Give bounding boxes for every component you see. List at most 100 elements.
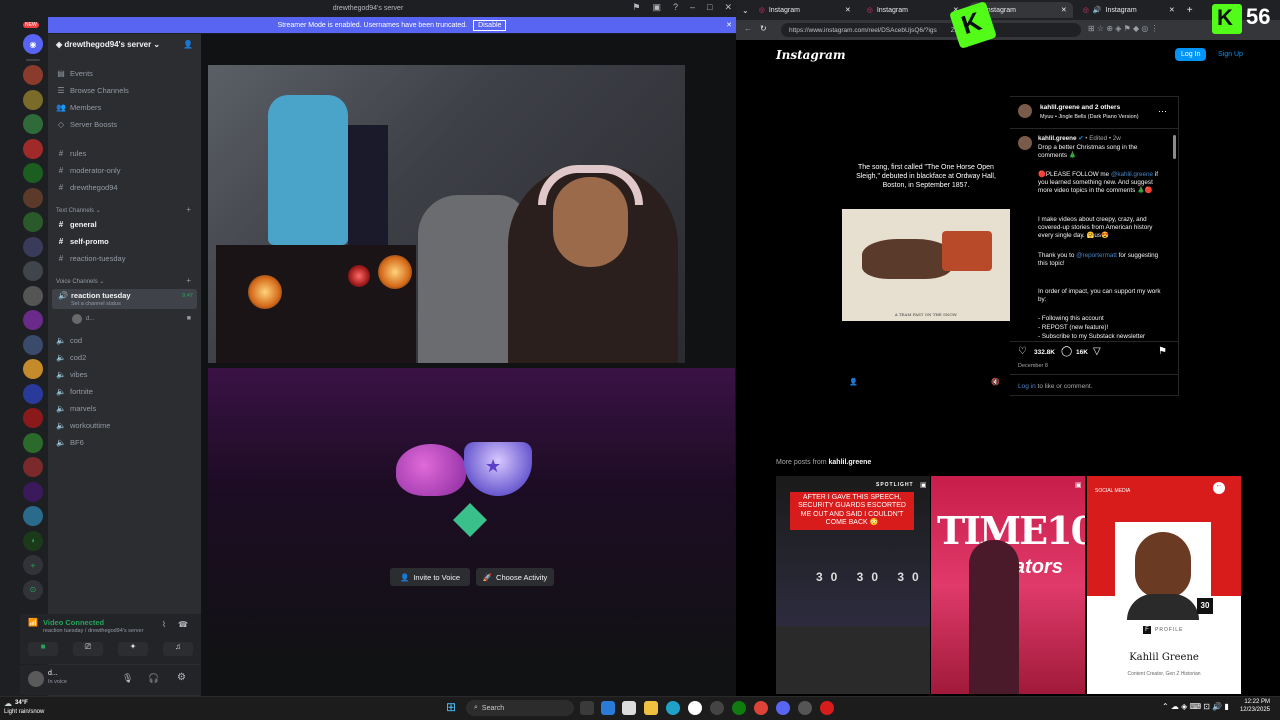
channel-reaction-tuesday[interactable]: # reaction-tuesday — [56, 254, 126, 263]
server-icon[interactable]: ◖ — [23, 530, 43, 551]
comment-username[interactable]: kahlil.greene — [1038, 135, 1077, 142]
voice-category[interactable]: Voice Channels ⌄ — [56, 278, 104, 285]
close-banner-icon[interactable]: ✕ — [726, 21, 732, 29]
settings-icon[interactable]: ⚙ — [177, 672, 186, 683]
reload-icon[interactable]: ↻ — [760, 24, 767, 33]
help-icon[interactable]: ? — [673, 2, 678, 13]
server-icon[interactable] — [23, 89, 43, 110]
add-server-icon[interactable]: + — [23, 555, 43, 575]
app-icon[interactable] — [798, 701, 812, 715]
login-link[interactable]: Log in — [1018, 383, 1036, 390]
noise-suppression-icon[interactable]: ⌇ — [162, 620, 166, 629]
server-icon[interactable] — [23, 65, 43, 85]
microphone-icon[interactable]: 🎙 — [122, 673, 133, 684]
browser-tab[interactable]: ◎ 🔊 Instagram ✕ — [1077, 2, 1181, 18]
app-icon[interactable] — [710, 701, 724, 715]
close-tab-icon[interactable]: ✕ — [1169, 6, 1175, 14]
address-bar[interactable]: https://www.instagram.com/reel/DSAcebUjs… — [781, 23, 1081, 37]
minimize-icon[interactable]: – — [690, 2, 695, 13]
server-icon[interactable] — [23, 114, 43, 134]
avatar[interactable] — [28, 671, 44, 687]
server-icon[interactable] — [23, 408, 43, 428]
server-icon[interactable] — [23, 334, 43, 355]
mention-link[interactable]: @kahlil.greene — [1111, 171, 1153, 178]
login-button[interactable]: Log In — [1175, 48, 1207, 61]
channel-status[interactable]: Set a channel status — [71, 301, 121, 307]
more-options-icon[interactable]: ⋯ — [1158, 106, 1167, 117]
server-boosts-item[interactable]: ◇ Server Boosts — [56, 120, 117, 129]
edge-icon[interactable] — [666, 701, 680, 715]
avatar[interactable] — [1018, 136, 1032, 150]
server-icon[interactable] — [23, 138, 43, 159]
members-item[interactable]: 👥 Members — [56, 103, 101, 112]
server-name-header[interactable]: ◈ drewthegod94's server ⌄ — [56, 40, 160, 49]
copilot-icon[interactable] — [601, 701, 615, 715]
server-icon[interactable] — [23, 163, 43, 183]
tab-list-icon[interactable]: ⌄ — [742, 6, 749, 15]
screen-share-icon[interactable]: ⎚ — [73, 642, 103, 656]
disconnect-icon[interactable]: ☎ — [178, 620, 188, 629]
webcam-feed[interactable] — [208, 65, 685, 363]
share-icon[interactable]: ▽ — [1093, 346, 1101, 357]
comment-icon[interactable]: ◯ — [1061, 346, 1072, 357]
xbox-icon[interactable] — [732, 701, 746, 715]
like-icon[interactable]: ♡ — [1018, 346, 1027, 357]
activities-icon[interactable]: ✦ — [118, 642, 148, 656]
channel-moderator-only[interactable]: # moderator-only — [56, 166, 121, 175]
disable-button[interactable]: Disable — [473, 19, 507, 31]
widgets-icon[interactable] — [622, 701, 636, 715]
server-icon[interactable] — [23, 432, 43, 453]
voice-channel-fortnite[interactable]: 🔈 fortnite — [56, 387, 93, 396]
soundboard-icon[interactable]: ♫ — [163, 642, 193, 656]
instagram-logo[interactable]: Instagram — [776, 48, 846, 62]
server-icon[interactable] — [23, 383, 43, 404]
discover-icon[interactable]: ⊙ — [23, 579, 43, 600]
more-posts-user[interactable]: kahlil.greene — [829, 459, 872, 466]
save-icon[interactable]: ⚑ — [1158, 346, 1167, 357]
start-icon[interactable]: ⊞ — [446, 700, 456, 714]
avatar[interactable] — [1018, 104, 1032, 118]
close-icon[interactable]: ✕ — [724, 2, 732, 13]
add-channel-icon[interactable]: + — [186, 205, 191, 214]
channel-self-promo[interactable]: # self-promo — [56, 237, 109, 246]
signup-link[interactable]: Sign Up — [1218, 51, 1243, 58]
server-icon[interactable] — [23, 310, 43, 330]
app-icon[interactable] — [688, 701, 702, 715]
add-voice-channel-icon[interactable]: + — [186, 276, 191, 285]
post-authors[interactable]: kahlil.greene and 2 others — [1040, 104, 1120, 111]
discord-icon[interactable] — [776, 701, 790, 715]
invite-people-icon[interactable]: 👤 — [183, 40, 193, 49]
text-category[interactable]: Text Channels ⌄ — [56, 207, 101, 214]
app-icon[interactable] — [820, 701, 834, 715]
server-icon[interactable] — [23, 506, 43, 526]
server-icon[interactable] — [23, 187, 43, 208]
post-thumbnail[interactable]: ▣ TIME100 reators — [931, 476, 1085, 694]
browser-tab[interactable]: ◎Instagram ✕ — [753, 2, 857, 18]
browse-channels-item[interactable]: ☰ Browse Channels — [56, 86, 128, 95]
headphones-icon[interactable]: 🎧 — [148, 673, 159, 684]
file-explorer-icon[interactable] — [644, 701, 658, 715]
events-item[interactable]: ▤ Events — [56, 69, 93, 78]
server-icon[interactable] — [23, 457, 43, 477]
channel-drewthegod94[interactable]: # drewthegod94 — [56, 183, 118, 192]
invite-to-voice-button[interactable]: 👤 Invite to Voice — [390, 568, 470, 586]
voice-channel-vibes[interactable]: 🔈 vibes — [56, 370, 88, 379]
chrome-icon[interactable] — [754, 701, 768, 715]
home-icon[interactable]: ◉ — [23, 34, 43, 54]
channel-general[interactable]: # general — [56, 220, 97, 229]
extensions-icons[interactable]: ⊞ ☆ ⊕ ◈ ⚑ ◆ ◎ ⋮ — [1088, 24, 1159, 33]
maximize-icon[interactable]: □ — [707, 2, 712, 13]
voice-channel-marvels[interactable]: 🔈 marvels — [56, 404, 96, 413]
post-thumbnail[interactable]: SPOTLIGHT ▣ AFTER I GAVE THIS SPEECH, SE… — [776, 476, 930, 694]
post-thumbnail[interactable]: SOCIAL MEDIA ← 30 F PROFILE Kahlil Green… — [1087, 476, 1241, 694]
tray-icons[interactable]: ⌃ ☁ ◈ ⌨ ⊡ 🔊 ▮ — [1162, 702, 1229, 711]
back-icon[interactable]: ← — [744, 24, 752, 33]
previous-icon[interactable]: ← — [1213, 482, 1225, 494]
audio-icon[interactable]: 🔊 — [1093, 6, 1102, 14]
server-icon[interactable] — [23, 285, 43, 306]
active-voice-channel[interactable]: 🔊 reaction tuesday Set a channel status … — [52, 289, 197, 309]
server-icon[interactable] — [23, 481, 43, 502]
new-tab-icon[interactable]: + — [1187, 5, 1193, 16]
taskbar-search[interactable]: ⌕ Search — [466, 700, 574, 716]
scrollbar[interactable] — [1173, 135, 1176, 159]
